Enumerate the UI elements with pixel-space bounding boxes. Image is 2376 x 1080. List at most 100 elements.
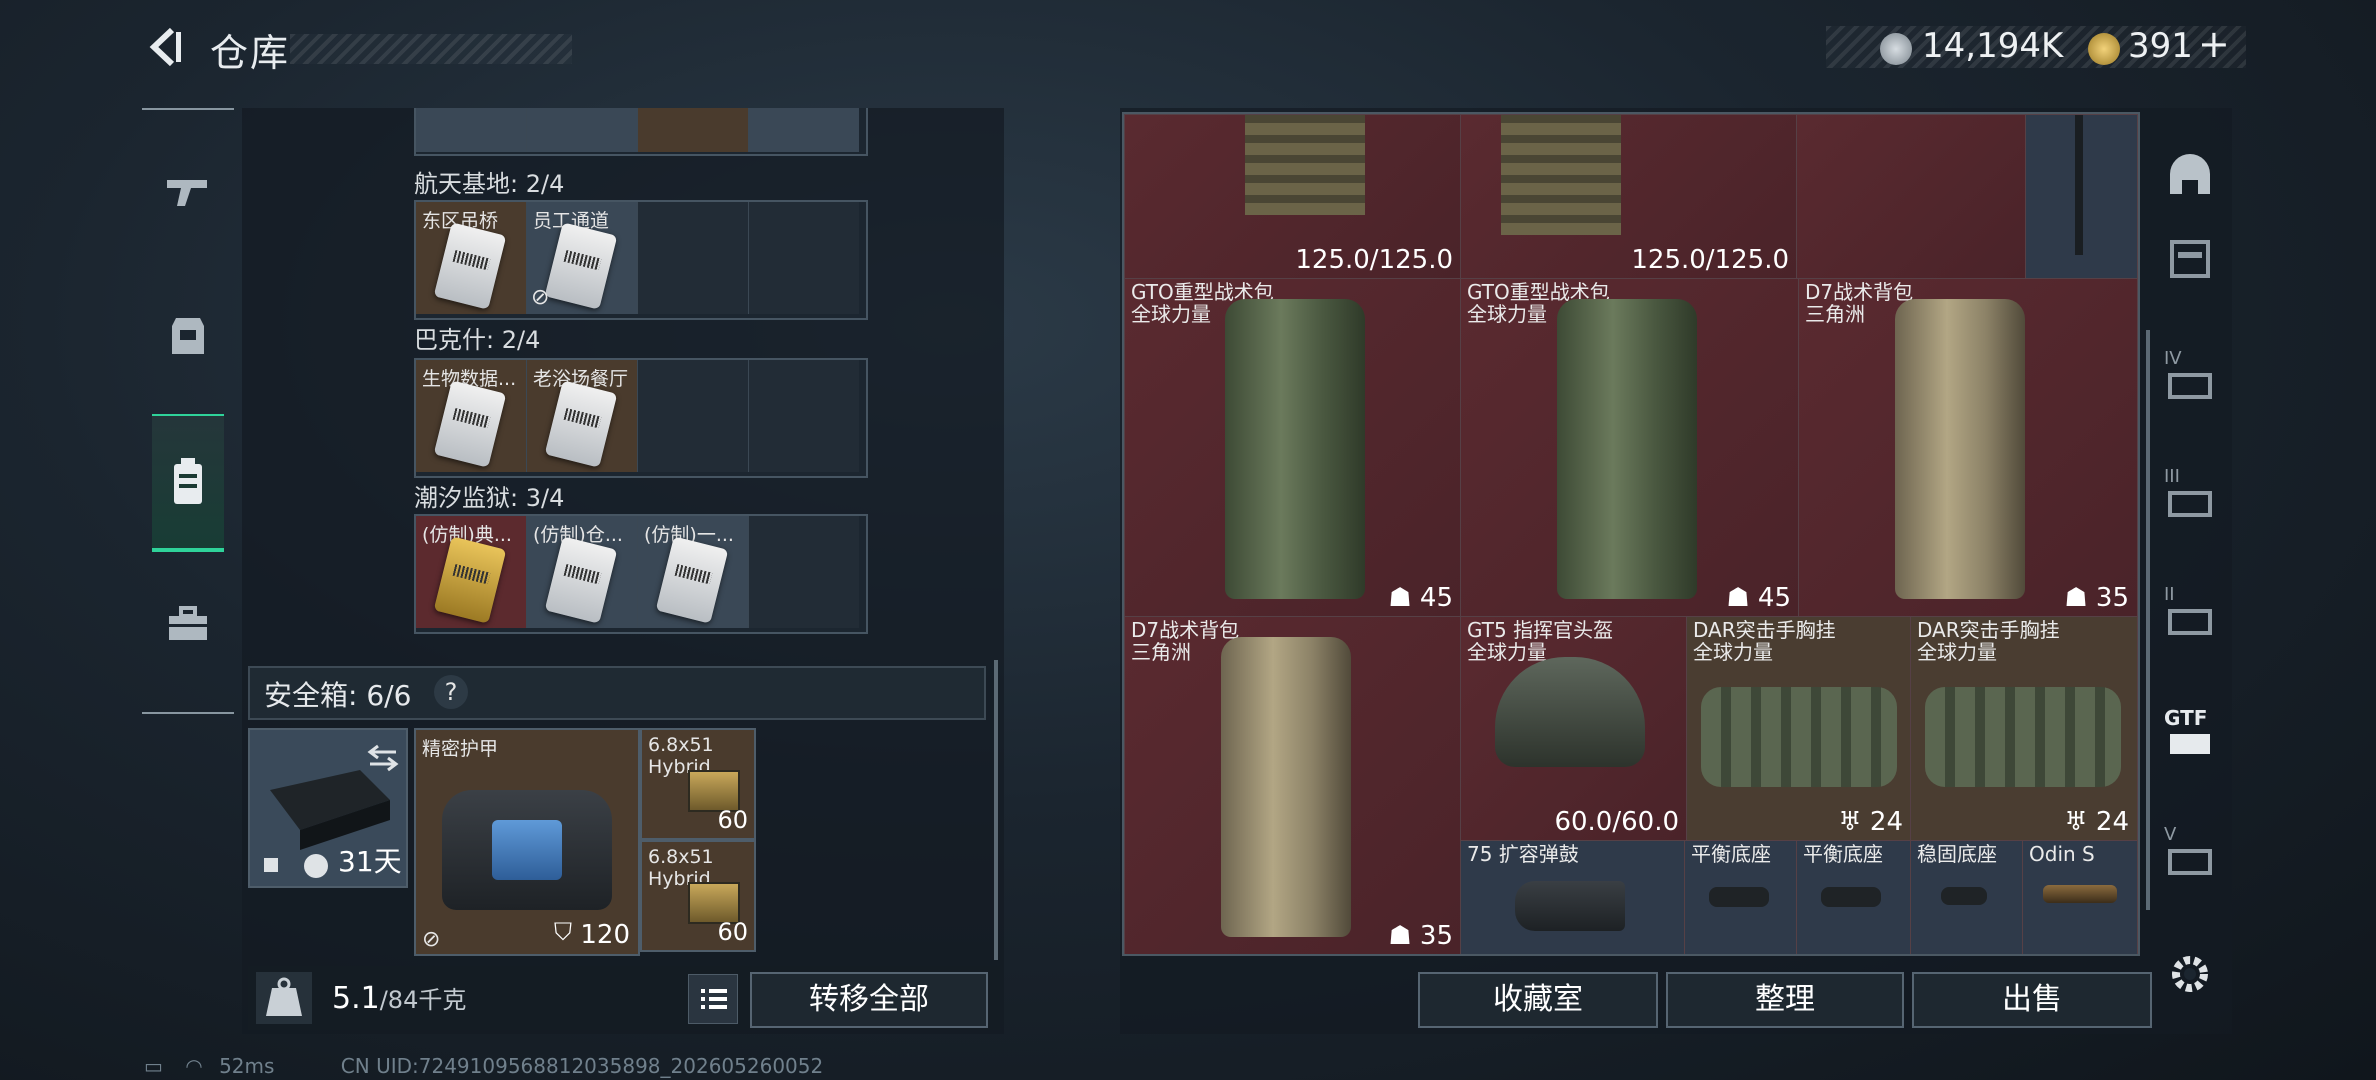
empty-key-slot[interactable] [749, 202, 859, 314]
help-button[interactable]: ? [434, 675, 468, 709]
empty-key-slot[interactable] [638, 360, 749, 472]
item-name: GT5 指挥官头盔 全球力量 [1467, 618, 1614, 664]
capacity: ♅ 24 [1838, 807, 1903, 837]
ammo-count: 60 [717, 918, 748, 946]
backpack-icon [1221, 637, 1351, 937]
stash-item[interactable]: 125.0/125.0 [1460, 114, 1798, 280]
key-slot[interactable]: 员工通道 ⊘ [527, 202, 638, 314]
stash-item[interactable]: Odin S [2022, 840, 2138, 954]
keycard-icon [544, 536, 618, 624]
safe-case-duration: 31天 [338, 845, 402, 878]
stash-item[interactable] [2024, 114, 2138, 280]
battery-icon: ▭ [144, 1054, 163, 1078]
sell-button[interactable]: 出售 [1912, 972, 2152, 1028]
empty-key-slot[interactable] [749, 360, 859, 472]
empty-stash-cell[interactable] [1796, 114, 2026, 280]
empty-key-slot[interactable] [749, 516, 859, 628]
tier-v-armor-icon[interactable]: V [2164, 824, 2216, 876]
key-row-bakhsh: 生物数据... 老浴场餐厅 [414, 358, 868, 478]
key-slot[interactable]: (仿制)典... [416, 516, 527, 628]
scope-icon [2043, 885, 2117, 903]
list-view-button[interactable] [688, 974, 738, 1024]
stash-item[interactable]: 125.0/125.0 [1124, 114, 1462, 280]
key-slot[interactable] [638, 108, 749, 152]
left-category-nav [142, 108, 234, 714]
stash-item[interactable]: GT5 指挥官头盔 全球力量 60.0/60.0 [1460, 616, 1688, 842]
keycard-icon [544, 222, 618, 310]
stash-item[interactable]: DAR突击手胸挂 全球力量 ♅ 24 [1686, 616, 1912, 842]
stash-item[interactable]: DAR突击手胸挂 全球力量 ♅ 24 [1910, 616, 2138, 842]
key-row-prison: (仿制)典... (仿制)仓... (仿制)一... [414, 514, 868, 634]
capacity: ☗ 45 [1726, 583, 1791, 613]
group-label-prison: 潮汐监狱: 3/4 [414, 484, 565, 512]
tier-ii-armor-icon[interactable]: II [2164, 584, 2216, 636]
item-name: 平衡底座 [1803, 842, 1883, 866]
key-slot[interactable] [527, 108, 638, 152]
stash-item[interactable]: GTO重型战术包 全球力量 ☗ 45 [1124, 278, 1462, 618]
nav-equipment[interactable] [152, 270, 224, 402]
tier-iv-armor-icon[interactable]: IV [2164, 348, 2216, 400]
user-uid: CN UID:7249109568812035898_202605260052 [340, 1054, 824, 1078]
gtf-label: GTF [2164, 706, 2208, 730]
stash-item[interactable]: GTO重型战术包 全球力量 ☗ 45 [1460, 278, 1800, 618]
stash-item[interactable]: 75 扩容弹鼓 [1460, 840, 1686, 954]
transfer-all-button[interactable]: 转移全部 [750, 972, 988, 1028]
keycard-icon [433, 222, 507, 310]
gtf-icon[interactable]: GTF [2164, 706, 2216, 758]
ammo-slot[interactable]: 6.8x51 Hybrid 60 [640, 840, 756, 952]
capacity: ☗ 35 [2064, 583, 2129, 613]
empty-key-slot[interactable] [638, 202, 749, 314]
knife-icon [2075, 115, 2083, 255]
mount-icon [1941, 887, 1987, 905]
stash-item[interactable]: D7战术背包 三角洲 ☗ 35 [1798, 278, 2138, 618]
ammo-count: 60 [717, 806, 748, 834]
armor-icon [172, 318, 204, 354]
key-slot[interactable]: 东区吊桥 [416, 202, 527, 314]
tier-iii-armor-icon[interactable]: III [2164, 466, 2216, 518]
add-currency-button[interactable]: + [2198, 22, 2230, 66]
key-slot[interactable]: 老浴场餐厅 [527, 360, 638, 472]
chest-rig-icon[interactable] [2164, 232, 2216, 284]
settings-icon[interactable] [2166, 950, 2214, 1002]
key-slot[interactable]: 生物数据... [416, 360, 527, 472]
key-slot[interactable]: (仿制)仓... [527, 516, 638, 628]
armor-value: 120 [580, 920, 630, 950]
vest-icon [1245, 115, 1365, 215]
key-slot[interactable]: (仿制)一... [638, 516, 749, 628]
ammo-slot[interactable]: 6.8x51 Hybrid 60 [640, 728, 756, 840]
partial-key-row [414, 108, 868, 156]
capacity: ♅ 24 [2064, 807, 2129, 837]
durability: 125.0/125.0 [1295, 245, 1453, 275]
stash-item[interactable]: 平衡底座 [1796, 840, 1912, 954]
keycard-icon [433, 536, 507, 624]
stash-item[interactable]: D7战术背包 三角洲 ☗ 35 [1124, 616, 1462, 954]
safebox-label: 安全箱: 6/6 [264, 679, 412, 712]
nav-containers[interactable] [152, 558, 224, 690]
tier-label: III [2164, 466, 2180, 487]
weight-icon [256, 972, 312, 1024]
back-icon[interactable] [142, 24, 188, 70]
item-name: DAR突击手胸挂 全球力量 [1693, 618, 1836, 664]
mount-icon [1709, 887, 1769, 907]
capacity: ☗ 45 [1388, 583, 1453, 613]
no-trade-icon: ⊘ [531, 285, 550, 310]
group-label-bakhsh: 巴克什: 2/4 [414, 326, 541, 354]
stash-item[interactable]: 稳固底座 [1910, 840, 2024, 954]
durability: 60.0/60.0 [1554, 807, 1679, 837]
coin-icon [1880, 33, 1912, 65]
nav-weapons[interactable] [152, 126, 224, 258]
organize-button[interactable]: 整理 [1666, 972, 1904, 1028]
key-slot[interactable] [416, 108, 527, 152]
helmet-icon [1495, 657, 1645, 767]
armor-name: 精密护甲 [422, 738, 499, 760]
stash-item[interactable]: 平衡底座 [1684, 840, 1798, 954]
left-scrollbar[interactable] [994, 660, 998, 960]
backpack-icon [1225, 299, 1365, 599]
armor-bag-icon [442, 790, 612, 910]
helmet-icon[interactable] [2164, 150, 2216, 202]
nav-keys[interactable] [152, 414, 224, 552]
armor-slot[interactable]: 精密护甲 ⊘ 120 ⛉ [414, 728, 640, 956]
collection-room-button[interactable]: 收藏室 [1418, 972, 1658, 1028]
key-slot[interactable] [749, 108, 859, 152]
premium-coin-icon [2088, 33, 2120, 65]
